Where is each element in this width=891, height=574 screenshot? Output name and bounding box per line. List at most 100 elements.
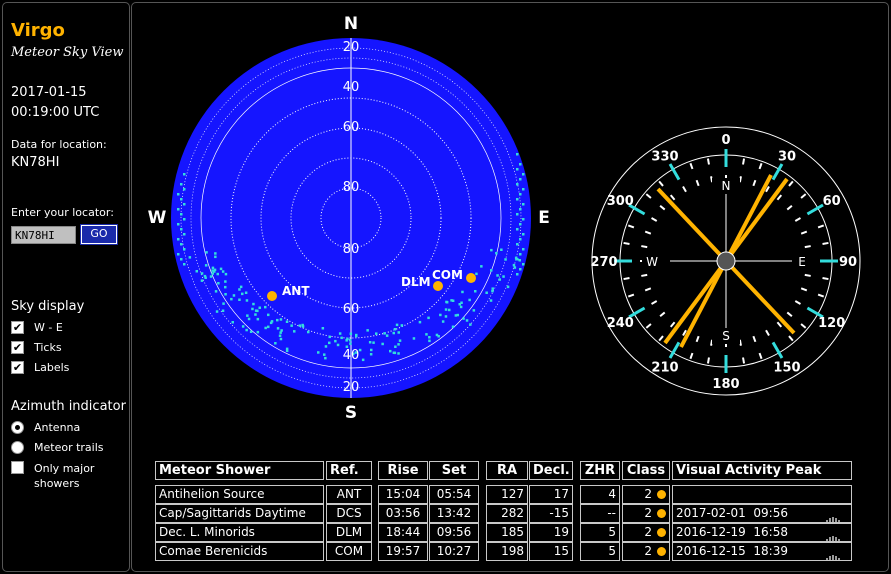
radiant-dot (328, 335, 331, 339)
radiant-dot (392, 351, 396, 354)
table-cell-peak: 2016-12-15 18:39 (672, 542, 852, 561)
table-cell-ref: DCS (326, 504, 372, 523)
radiant-dot (469, 323, 472, 326)
radiant-dot (522, 203, 525, 206)
radiant-dot (366, 329, 369, 332)
azimuth-title: Azimuth indicator (11, 399, 126, 414)
major-only-label-2: showers (34, 477, 80, 490)
compass-tick (742, 357, 746, 364)
radiant-dot (491, 289, 494, 293)
radiant-dot (204, 276, 207, 279)
compass-tick (822, 241, 829, 245)
app-title: Virgo (11, 20, 65, 41)
radiant-dot (177, 223, 180, 226)
locator-input[interactable] (11, 226, 76, 244)
radiant-dot (298, 324, 302, 327)
radiant-dot (231, 321, 234, 324)
radiant-dot (279, 337, 283, 341)
compass-tick (623, 277, 630, 281)
radiant-dot (348, 339, 352, 342)
radiant-dot (238, 298, 241, 301)
radiant-dot (355, 333, 358, 337)
sky-display-title: Sky display (11, 299, 85, 314)
compass-tick (706, 357, 710, 364)
compass-e: E (798, 255, 806, 269)
labels-checkbox[interactable]: ✔ (11, 361, 24, 374)
ant-shower-marker[interactable] (267, 291, 277, 301)
radiant-dot (251, 307, 254, 311)
altitude-label: 80 (343, 180, 360, 195)
w-e-checkbox[interactable]: ✔ (11, 321, 24, 334)
radiant-dot (279, 318, 283, 321)
table-cell-ref: COM (326, 542, 372, 561)
major-only-checkbox[interactable] (11, 461, 24, 474)
radiant-dot (200, 279, 204, 282)
radiant-dot (224, 272, 228, 276)
antenna-radio[interactable] (11, 421, 24, 434)
radiant-dot (441, 320, 445, 323)
dlm-shower-marker[interactable] (433, 281, 443, 291)
option-antenna[interactable]: Antenna (11, 421, 80, 434)
compass-tick (623, 241, 630, 245)
option-w-e[interactable]: ✔ W - E (11, 321, 63, 334)
radiant-dot (489, 299, 493, 302)
radiant-dot (435, 333, 439, 337)
radiant-dot (278, 334, 282, 337)
radiant-dot (230, 297, 233, 301)
header-visual-activity-peak: Visual Activity Peak (672, 461, 852, 480)
radiant-dot (219, 267, 223, 271)
com-shower-marker[interactable] (466, 273, 476, 283)
ticks-checkbox[interactable]: ✔ (11, 341, 24, 354)
meteor-trails-label: Meteor trails (34, 441, 104, 454)
radiant-dot (418, 320, 422, 324)
activity-sparkline (820, 510, 847, 522)
radiant-dot (267, 313, 270, 317)
sky-view[interactable]: 20 40 60 80 80 60 40 20 N S W E ANT DLM COM 0 30… (132, 3, 890, 453)
sky-south-label: S (345, 403, 357, 423)
radiant-dot (252, 302, 255, 306)
compass-azimuth-label: 180 (712, 377, 739, 392)
radiant-dot (238, 288, 241, 291)
table-cell-set: 13:42 (429, 504, 479, 523)
meteor-trails-radio[interactable] (11, 441, 24, 454)
radiant-dot (519, 268, 522, 271)
option-ticks[interactable]: ✔ Ticks (11, 341, 62, 354)
compass-azimuth-label: 210 (651, 361, 678, 376)
radiant-dot (177, 238, 180, 241)
header-zhr: ZHR (580, 461, 620, 480)
radiant-dot (195, 270, 198, 273)
radiant-dot (519, 163, 522, 166)
radiant-dot (183, 203, 186, 206)
table-cell-set: 05:54 (429, 485, 479, 504)
labels-label: Labels (34, 361, 70, 374)
radiant-dot (522, 218, 525, 221)
compass-s: S (722, 329, 730, 343)
radiant-dot (307, 330, 310, 334)
radiant-dot (462, 317, 465, 320)
sky-west-label: W (148, 208, 167, 228)
radiant-dot (285, 320, 289, 323)
compass-inner-tick (710, 339, 714, 346)
altitude-label: 20 (343, 380, 360, 395)
radiant-dot (180, 198, 183, 201)
table-cell-peak: 2017-02-01 09:56 (672, 504, 852, 523)
option-labels[interactable]: ✔ Labels (11, 361, 69, 374)
table-cell-zhr: 5 (580, 542, 620, 561)
radiant-dot (490, 269, 493, 272)
radiant-dot (392, 331, 395, 335)
option-meteor-trails[interactable]: Meteor trails (11, 441, 104, 454)
option-major-only[interactable]: Only major showers (11, 461, 94, 491)
radiant-dot (244, 291, 248, 294)
radiant-dot (522, 188, 525, 191)
radiant-dot (361, 358, 365, 362)
compass-inner-tick (710, 176, 714, 183)
radiant-dot (516, 273, 519, 276)
radiant-dot (205, 251, 208, 254)
radiant-dot (472, 309, 476, 312)
header-class: Class (622, 461, 670, 480)
go-button[interactable]: GO (80, 224, 118, 245)
radiant-dot (290, 324, 293, 327)
radiant-dot (334, 339, 337, 343)
table-cell-ra: 282 (486, 504, 528, 523)
radiant-dot (214, 255, 217, 259)
